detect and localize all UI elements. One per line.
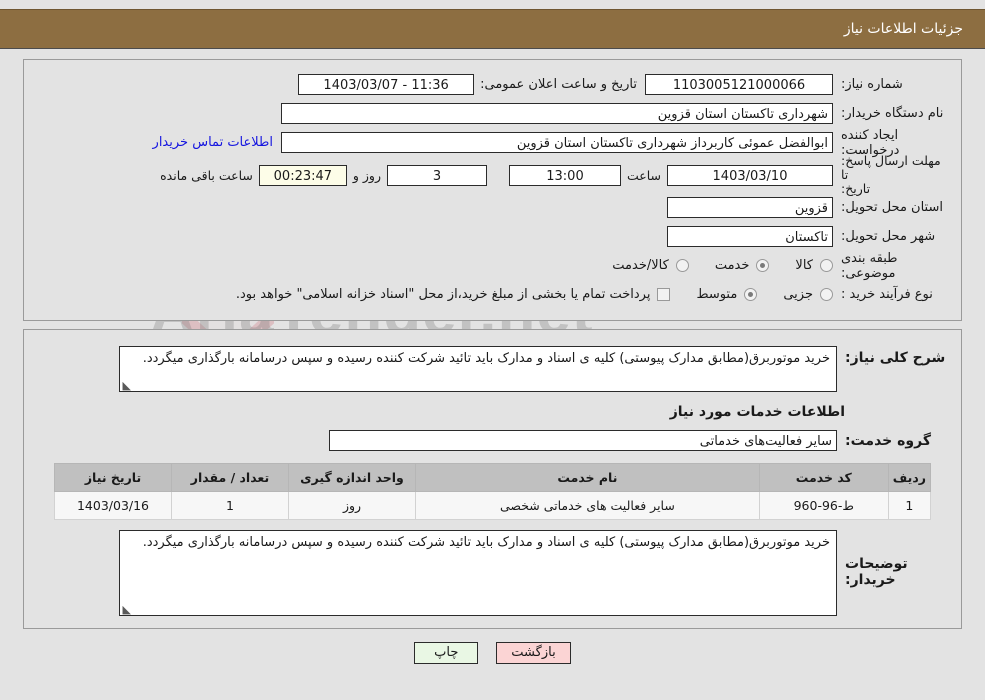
remaining-days-value: 3 — [386, 164, 487, 186]
city-label: شهر محل تحویل: — [841, 229, 936, 244]
process-option-label: جزیی — [783, 287, 813, 302]
radio-icon[interactable] — [820, 288, 833, 301]
deadline-label-line2: تاریخ: — [841, 181, 871, 196]
radio-icon[interactable] — [744, 288, 758, 301]
need-desc-text: خرید موتوربرق(مطابق مدارک پیوستی) کلیه ی… — [142, 351, 830, 366]
need-desc-value: خرید موتوربرق(مطابق مدارک پیوستی) کلیه ی… — [119, 346, 837, 392]
row-process-type: نوع فرآیند خرید : جزیی متوسط پرداخت تمام… — [36, 280, 949, 309]
col-header-radif: ردیف — [887, 463, 932, 492]
process-option-label: متوسط — [696, 287, 738, 302]
row-requester: ایجاد کننده درخواست: ابوالفضل عموئی کارب… — [36, 128, 949, 158]
countdown-label: ساعت باقی مانده — [160, 167, 253, 183]
col-header-name: نام خدمت — [415, 463, 760, 492]
cell-code: ط-96-960 — [758, 491, 889, 520]
category-option-label: کالا — [795, 258, 813, 273]
row-city: شهر محل تحویل: تاکستان — [36, 222, 949, 251]
row-service-group: گروه خدمت: سایر فعالیت‌های خدماتی — [36, 430, 949, 451]
row-deadline: مهلت ارسال پاسخ: تا تاریخ: 1403/03/10 سا… — [36, 154, 949, 196]
service-group-value: سایر فعالیت‌های خدماتی — [329, 430, 837, 451]
need-desc-label: شرح کلی نیاز: — [845, 350, 946, 366]
category-label: طبقه بندی موضوعی: — [841, 250, 898, 281]
process-option-motavaset[interactable]: متوسط — [696, 287, 758, 302]
category-option-kala[interactable]: کالا — [795, 258, 833, 273]
cell-qty: 1 — [171, 491, 289, 520]
items-table: ردیف کد خدمت نام خدمت واحد اندازه گیری ت… — [54, 463, 932, 520]
buyer-contact-link[interactable]: اطلاعات تماس خریدار — [145, 135, 281, 150]
process-radio-group: جزیی متوسط پرداخت تمام یا بخشی از مبلغ خ… — [210, 287, 833, 302]
row-need-description: شرح کلی نیاز: خرید موتوربرق(مطابق مدارک … — [36, 346, 949, 392]
col-header-code: کد خدمت — [758, 463, 889, 492]
need-number-label: شماره نیاز: — [841, 77, 903, 92]
public-announce-value: 11:36 - 1403/03/07 — [298, 74, 475, 95]
need-details-panel: شرح کلی نیاز: خرید موتوربرق(مطابق مدارک … — [23, 329, 962, 629]
col-header-qty: تعداد / مقدار — [171, 463, 289, 492]
row-category: طبقه بندی موضوعی: کالا خدمت کالا/خدمت — [36, 250, 949, 281]
countdown-value: 00:23:47 — [258, 164, 347, 186]
buyer-notes-value: خرید موتوربرق(مطابق مدارک پیوستی) کلیه ی… — [119, 530, 837, 616]
col-header-unit: واحد اندازه گیری — [288, 463, 416, 492]
table-header-row: ردیف کد خدمت نام خدمت واحد اندازه گیری ت… — [54, 463, 932, 492]
cell-unit: روز — [288, 491, 416, 520]
services-section-title: اطلاعات خدمات مورد نیاز — [669, 404, 845, 420]
radio-icon[interactable] — [675, 259, 689, 272]
items-table-body: 1 ط-96-960 سایر فعالیت های خدماتی شخصی ر… — [54, 491, 932, 520]
resize-grip-icon[interactable]: ◣ — [122, 604, 131, 615]
public-announce-label: تاریخ و ساعت اعلان عمومی: — [480, 77, 637, 92]
treasury-note: پرداخت تمام یا بخشی از مبلغ خرید،از محل … — [235, 287, 651, 302]
province-label: استان محل تحویل: — [841, 200, 943, 215]
col-header-date: تاریخ نیاز — [54, 463, 172, 492]
process-type-label: نوع فرآیند خرید : — [841, 287, 933, 302]
items-table-wrap: ردیف کد خدمت نام خدمت واحد اندازه گیری ت… — [54, 463, 932, 520]
buyer-org-value: شهرداری تاکستان استان قزوین — [281, 103, 833, 124]
category-option-khedmat[interactable]: خدمت — [715, 258, 770, 273]
cell-radif: 1 — [887, 491, 932, 520]
days-label: روز و — [352, 167, 381, 183]
back-button[interactable]: بازگشت — [496, 642, 571, 664]
treasury-checkbox-item[interactable]: پرداخت تمام یا بخشی از مبلغ خرید،از محل … — [236, 287, 671, 302]
service-group-label: گروه خدمت: — [845, 432, 931, 449]
deadline-label-line1: مهلت ارسال پاسخ: تا — [841, 153, 941, 182]
row-need-number: شماره نیاز: 1103005121000066 تاریخ و ساع… — [36, 70, 949, 99]
category-option-label: خدمت — [714, 258, 750, 273]
page-title: جزئیات اطلاعات نیاز — [843, 21, 963, 37]
row-province: استان محل تحویل: قزوین — [36, 193, 949, 222]
process-option-jozei[interactable]: جزیی — [783, 287, 833, 302]
category-option-label: کالا/خدمت — [612, 258, 669, 273]
table-row: 1 ط-96-960 سایر فعالیت های خدماتی شخصی ر… — [54, 491, 932, 520]
cell-date: 1403/03/16 — [54, 491, 172, 520]
buyer-notes-label: توضیحات خریدار: — [845, 556, 908, 588]
footer-actions: بازگشت چاپ — [0, 642, 985, 664]
radio-icon[interactable] — [820, 259, 833, 272]
province-value: قزوین — [667, 197, 833, 218]
checkbox-icon[interactable] — [657, 288, 671, 301]
category-radio-group: کالا خدمت کالا/خدمت — [586, 258, 833, 273]
requester-value: ابوالفضل عموئی کاربرداز شهرداری تاکستان … — [281, 132, 833, 153]
need-number-value: 1103005121000066 — [645, 74, 833, 95]
row-buyer-notes: توضیحات خریدار: خرید موتوربرق(مطابق مدار… — [36, 530, 949, 616]
radio-icon[interactable] — [756, 259, 770, 272]
buyer-org-label: نام دستگاه خریدار: — [841, 106, 944, 121]
buyer-notes-text: خرید موتوربرق(مطابق مدارک پیوستی) کلیه ی… — [142, 535, 830, 550]
deadline-label: مهلت ارسال پاسخ: تا تاریخ: — [833, 154, 949, 196]
deadline-time-value: 13:00 — [508, 164, 621, 186]
page-title-bar: جزئیات اطلاعات نیاز — [0, 9, 985, 49]
need-summary-panel: شماره نیاز: 1103005121000066 تاریخ و ساع… — [23, 59, 962, 321]
resize-grip-icon[interactable]: ◣ — [122, 380, 131, 391]
city-value: تاکستان — [667, 226, 833, 247]
deadline-date-value: 1403/03/10 — [667, 164, 833, 186]
category-option-kala-khedmat[interactable]: کالا/خدمت — [612, 258, 689, 273]
row-buyer-org: نام دستگاه خریدار: شهرداری تاکستان استان… — [36, 99, 949, 128]
hour-label: ساعت — [626, 167, 661, 183]
cell-name: سایر فعالیت های خدماتی شخصی — [415, 491, 760, 520]
items-table-head: ردیف کد خدمت نام خدمت واحد اندازه گیری ت… — [54, 463, 932, 492]
print-button[interactable]: چاپ — [414, 642, 479, 664]
